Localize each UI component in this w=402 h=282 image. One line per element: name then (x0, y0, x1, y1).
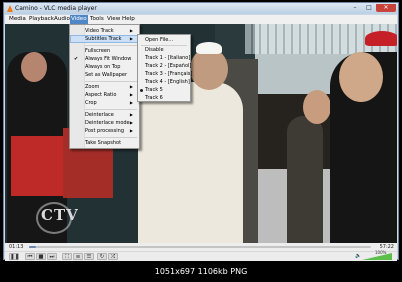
menu-take-snapshot[interactable]: Take Snapshot (70, 139, 139, 147)
submenu-arrow-icon: ▶ (129, 112, 133, 117)
video-display[interactable]: CTV (5, 24, 397, 243)
menu-item-label: Crop (85, 100, 97, 106)
menu-help[interactable]: Help (122, 15, 135, 24)
window-title: Camino - VLC media player (15, 5, 97, 12)
submenu-arrow-icon: ▶ (129, 120, 133, 125)
menu-separator (85, 109, 137, 110)
menu-item-label: Zoom (85, 84, 100, 90)
subtitle-disable[interactable]: Disable (138, 46, 190, 54)
pause-button[interactable]: ❚❚ (9, 253, 19, 260)
subtitle-track-3[interactable]: Track 3 - [Français] (138, 70, 192, 78)
subtitle-track-1[interactable]: Track 1 - [Italiano] (138, 54, 190, 62)
subtitle-track-5[interactable]: Track 5 (138, 86, 190, 94)
menu-separator (85, 137, 137, 138)
loop-button[interactable]: ↻ (97, 253, 107, 260)
menu-subtitles-track[interactable]: Subtitles Track ▶ (70, 35, 139, 43)
volume-icon[interactable]: 🔈 (355, 253, 361, 260)
previous-button[interactable]: ⏮ (25, 253, 35, 260)
menu-set-as-wallpaper[interactable]: Set as Wallpaper (70, 71, 139, 79)
close-button[interactable]: ✕ (376, 4, 396, 12)
seek-progress (29, 246, 37, 248)
menu-item-label: Track 5 (145, 87, 163, 93)
seek-bar-row: 01:13 57:22 (5, 243, 397, 251)
menu-item-label: Post processing (85, 128, 124, 134)
subtitle-open-file[interactable]: Open File... (138, 36, 190, 44)
menu-item-label: Subtitles Track (85, 36, 122, 42)
radio-selected-icon (140, 88, 143, 92)
menu-item-label: Video Track (85, 28, 114, 34)
minimize-button[interactable]: – (348, 4, 362, 12)
menu-zoom[interactable]: Zoom ▶ (70, 83, 139, 91)
fullscreen-button[interactable]: ⛶ (62, 253, 72, 260)
submenu-arrow-icon: ▶ (129, 84, 133, 89)
submenu-arrow-icon: ▶ (129, 92, 133, 97)
menu-deinterlace-mode[interactable]: Deinterlace mode ▶ (70, 119, 139, 127)
menu-video[interactable]: Video (70, 15, 88, 24)
random-button[interactable]: ⤮ (108, 253, 118, 260)
video-red-cap (365, 31, 397, 46)
menu-item-label: Deinterlace mode (85, 120, 130, 126)
subtitle-track-2[interactable]: Track 2 - [Español] (138, 62, 191, 70)
video-figure-white-cassock (138, 82, 243, 243)
image-caption: 1051x697 1106kb PNG (154, 267, 248, 276)
current-time: 01:13 (9, 244, 24, 250)
menu-item-label: Deinterlace (85, 112, 114, 118)
menu-item-label: Always Fit Window (85, 56, 132, 62)
stop-button[interactable]: ■ (36, 253, 46, 260)
submenu-arrow-icon: ▶ (129, 128, 133, 133)
maximize-button[interactable]: □ (362, 4, 376, 12)
vlc-window: Camino - VLC media player – □ ✕ Media Pl… (3, 2, 399, 261)
video-white-cap (196, 42, 222, 54)
video-menu: Video Track ▶ Subtitles Track ▶ Fullscreen… (69, 24, 140, 149)
menu-crop[interactable]: Crop ▶ (70, 99, 139, 107)
menu-always-on-top[interactable]: Always on Top (70, 63, 139, 71)
seek-slider[interactable] (29, 246, 371, 248)
next-button[interactable]: ⏭ (47, 253, 57, 260)
video-red-sash (11, 136, 69, 196)
menu-aspect-ratio[interactable]: Aspect Ratio ▶ (70, 91, 139, 99)
playlist-button[interactable]: ☰ (84, 253, 94, 260)
menu-post-processing[interactable]: Post processing ▶ (70, 127, 139, 135)
menu-audio[interactable]: Audio (54, 15, 70, 24)
menu-always-fit-window[interactable]: ✔ Always Fit Window (70, 55, 139, 63)
menu-item-label: Aspect Ratio (85, 92, 117, 98)
menu-fullscreen[interactable]: Fullscreen (70, 47, 139, 55)
menu-bar: Media Playback Audio Video Tools View He… (5, 15, 397, 24)
video-head-right (339, 52, 383, 102)
submenu-arrow-icon: ▶ (129, 100, 133, 105)
extended-settings-button[interactable]: ≡ (73, 253, 83, 260)
video-head-woman (303, 90, 331, 124)
video-head-center (190, 48, 228, 90)
channel-logo: CTV (41, 206, 79, 224)
checkmark-icon: ✔ (74, 56, 79, 62)
menu-view[interactable]: View (107, 15, 120, 24)
vlc-cone-icon (7, 5, 13, 12)
menu-media[interactable]: Media (9, 15, 26, 24)
submenu-arrow-icon: ▶ (129, 36, 133, 41)
menu-separator (85, 45, 137, 46)
menu-tools[interactable]: Tools (90, 15, 104, 24)
volume-percent: 100% (375, 250, 387, 255)
menu-deinterlace[interactable]: Deinterlace ▶ (70, 111, 139, 119)
control-bar: ❚❚ ⏮ ■ ⏭ ⛶ ≡ ☰ ↻ ⤮ 🔈 100% (5, 250, 397, 261)
screenshot-frame: Camino - VLC media player – □ ✕ Media Pl… (0, 0, 402, 282)
submenu-arrow-icon: ▶ (129, 28, 133, 33)
menu-separator (85, 81, 137, 82)
subtitles-submenu: Open File... Disable Track 1 - [Italiano… (137, 34, 192, 102)
menu-playback[interactable]: Playback (29, 15, 54, 24)
subtitle-track-6[interactable]: Track 6 (138, 94, 190, 102)
video-figure-woman (287, 116, 323, 243)
video-head-left (21, 52, 47, 82)
menu-video-track[interactable]: Video Track ▶ (70, 27, 139, 35)
subtitle-track-4[interactable]: Track 4 - [English] (138, 78, 190, 86)
title-bar[interactable]: Camino - VLC media player – □ ✕ (4, 3, 398, 14)
